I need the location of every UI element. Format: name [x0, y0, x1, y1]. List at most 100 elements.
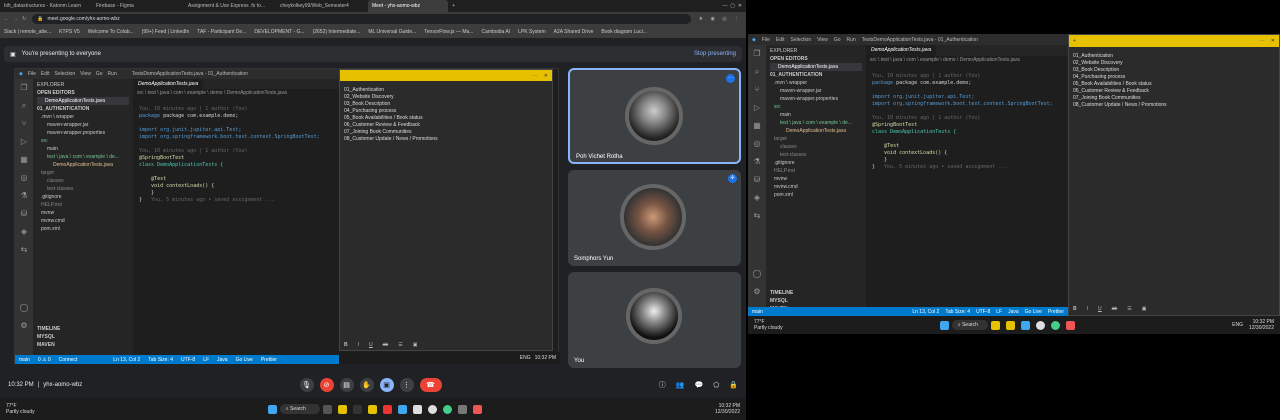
window-controls[interactable]: — ▢ ✕ [719, 0, 746, 12]
tree-item[interactable]: maven-wrapper.properties [770, 95, 862, 103]
tree-item[interactable]: test-classes [37, 185, 129, 193]
timeline-panel[interactable]: TIMELINE [770, 289, 793, 297]
file-explorer-icon[interactable] [337, 404, 347, 414]
tree-item[interactable]: pom.xml [37, 225, 129, 233]
app-icon[interactable] [352, 404, 362, 414]
tree-item[interactable]: main [770, 111, 862, 119]
url-field[interactable]: 🔒 meet.google.com/yhx-aomo-wbz [32, 14, 691, 24]
tree-item[interactable]: src [37, 137, 129, 145]
source-control-icon[interactable]: ⑂ [15, 115, 33, 133]
bold-button[interactable]: B [1073, 306, 1077, 312]
file-explorer-icon[interactable] [990, 320, 1000, 330]
source-control-icon[interactable]: ⑂ [748, 81, 766, 99]
cursor-position[interactable]: Ln 13, Col 2 [912, 309, 939, 315]
strikethrough-button[interactable]: ab [383, 342, 389, 348]
new-tab-button[interactable]: + [448, 0, 458, 12]
tree-item[interactable]: src [770, 103, 862, 111]
files-icon[interactable]: ❐ [15, 79, 33, 97]
strikethrough-button[interactable]: ab [1112, 306, 1118, 312]
bookmark[interactable]: (99+) Feed | LinkedIn [142, 29, 190, 35]
menu-item[interactable]: Edit [41, 71, 50, 77]
captions-button[interactable]: ▤ [339, 378, 354, 392]
open-editor-item[interactable]: DemoApplicationTests.java [37, 97, 129, 105]
people-icon[interactable]: 👥 [676, 381, 685, 389]
mysql-panel[interactable]: MYSQL [770, 297, 793, 305]
taskbar-search[interactable]: ⌕ Search [951, 320, 988, 330]
problems-status[interactable]: 0 ⚠ 0 [38, 357, 51, 363]
tree-item[interactable]: .mvn \ wrapper [770, 79, 862, 87]
browser-tab[interactable]: bih_datastructures - Katonm Learn [0, 0, 92, 12]
branch-status[interactable]: main [19, 357, 30, 363]
language-mode[interactable]: Java [1008, 309, 1019, 315]
vscode-icon[interactable] [1020, 320, 1030, 330]
github-icon[interactable] [427, 404, 437, 414]
tree-item[interactable]: classes [37, 177, 129, 185]
bookmark[interactable]: DEVELOPMENT - G... [254, 29, 304, 35]
extensions-icon[interactable]: ▦ [15, 151, 33, 169]
image-button[interactable]: ▣ [1142, 306, 1147, 312]
sticky-note[interactable]: + ⋯ ✕ 01_Authentication 02_Website Discov… [1068, 34, 1280, 316]
code-area[interactable]: You, 10 minutes ago | 1 author (You) pac… [133, 97, 340, 211]
extensions-icon[interactable]: ★ ◉ ◎ ⋮ [699, 16, 742, 22]
camera-button[interactable]: ⊘ [319, 378, 334, 392]
browser-tab[interactable]: cheykolkey99/Web_Semester4 [276, 0, 368, 12]
chat-icon[interactable]: 💬 [694, 381, 703, 389]
taskbar-search[interactable]: ⌕ Search [279, 404, 320, 414]
bookmark[interactable]: Book diagram Luci... [601, 29, 647, 35]
editor[interactable]: DemoApplicationTests.java src \ test \ j… [866, 45, 1068, 315]
back-icon[interactable]: ← [4, 16, 9, 22]
bookmark[interactable]: ML Universal Guide... [368, 29, 416, 35]
menu-item[interactable]: Selection [55, 71, 76, 77]
maven-panel[interactable]: MAVEN [37, 341, 60, 349]
participant-tile[interactable]: You [568, 272, 741, 368]
tree-item[interactable]: .mvn \ wrapper [37, 113, 129, 121]
app-icon[interactable] [322, 404, 332, 414]
tree-item[interactable]: .gitignore [770, 159, 862, 167]
settings-gear-icon[interactable]: ⚙ [748, 283, 766, 301]
sticky-note[interactable]: ⋯ ✕ 01_Authentication 02_Website Discove… [339, 69, 553, 351]
go-live[interactable]: Go Live [236, 357, 253, 363]
sticky-note-content[interactable]: 01_Authentication 02_Website Discovery 0… [1069, 47, 1279, 115]
open-editors-header[interactable]: OPEN EDITORS [770, 55, 862, 63]
windows-start-icon[interactable] [267, 404, 277, 414]
bookmark[interactable]: Cambodia AI [481, 29, 510, 35]
sticky-notes-icon[interactable] [1005, 320, 1015, 330]
info-icon[interactable]: ⓘ [659, 380, 666, 390]
branch-status[interactable]: main [752, 309, 763, 315]
mysql-panel[interactable]: MYSQL [37, 333, 60, 341]
github-icon[interactable] [1035, 320, 1045, 330]
language-mode[interactable]: Java [217, 357, 228, 363]
prettier[interactable]: Prettier [1048, 309, 1064, 315]
app-icon[interactable] [457, 404, 467, 414]
bookmark[interactable]: LPK System [518, 29, 546, 35]
run-debug-icon[interactable]: ▷ [748, 99, 766, 117]
database-icon[interactable]: ⛁ [748, 171, 766, 189]
list-button[interactable]: ☰ [1127, 306, 1131, 312]
remote-icon[interactable]: ◎ [15, 169, 33, 187]
menu-item[interactable]: Run [108, 71, 117, 77]
tree-item[interactable]: target [37, 169, 129, 177]
menu-item[interactable]: File [28, 71, 36, 77]
italic-button[interactable]: I [358, 342, 359, 348]
activities-icon[interactable]: ⬠ [713, 381, 719, 389]
menu-item[interactable]: View [817, 37, 828, 43]
docker-icon[interactable]: ◈ [748, 189, 766, 207]
remote-icon[interactable]: ◎ [748, 135, 766, 153]
tab-size[interactable]: Tab Size: 4 [148, 357, 173, 363]
tree-item[interactable]: maven-wrapper.properties [37, 129, 129, 137]
italic-button[interactable]: I [1087, 306, 1088, 312]
tree-item[interactable]: mvnw [770, 175, 862, 183]
weather-widget[interactable]: 77°F Partly cloudy [6, 403, 35, 415]
account-icon[interactable]: ◯ [15, 299, 33, 317]
settings-gear-icon[interactable]: ⚙ [15, 317, 33, 335]
eol[interactable]: LF [996, 309, 1002, 315]
tree-item[interactable]: test \ java \ com \ example \ de... [770, 119, 862, 127]
close-icon[interactable]: ✕ [1271, 38, 1275, 44]
tree-item[interactable]: mvnw.cmd [770, 183, 862, 191]
menu-item[interactable]: Run [847, 37, 856, 43]
bookmark[interactable]: KTPS V5 [59, 29, 80, 35]
connect-status[interactable]: Connect [59, 357, 78, 363]
browser-tab[interactable]: Assignment & Use Express .fs to... [184, 0, 276, 12]
bookmark[interactable]: TAF - Participant De... [197, 29, 246, 35]
app-icon[interactable] [472, 404, 482, 414]
